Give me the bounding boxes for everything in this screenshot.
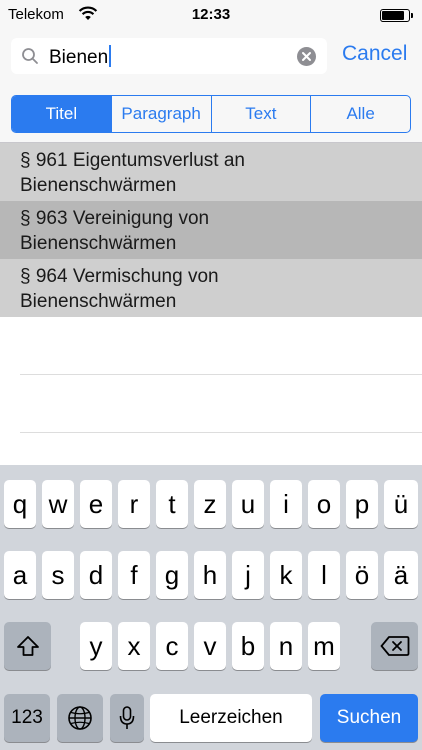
key-p[interactable]: p: [346, 480, 378, 528]
globe-key[interactable]: [57, 694, 103, 742]
result-title: § 963 Vereinigung von: [20, 208, 210, 229]
result-row[interactable]: § 964 Vermischung von Bienenschwärmen: [0, 259, 422, 317]
key-v[interactable]: v: [194, 622, 226, 670]
shift-key[interactable]: [4, 622, 51, 670]
tab-paragraph[interactable]: Paragraph: [110, 96, 211, 132]
key-q[interactable]: q: [4, 480, 36, 528]
key-s[interactable]: s: [42, 551, 74, 599]
result-row[interactable]: § 963 Vereinigung von Bienenschwärmen: [0, 201, 422, 259]
search-field[interactable]: Bienen: [11, 38, 327, 74]
shift-icon: [16, 636, 39, 656]
search-icon: [21, 47, 39, 65]
dictation-key[interactable]: [110, 694, 144, 742]
key-a[interactable]: a: [4, 551, 36, 599]
space-key[interactable]: Leerzeichen: [150, 694, 312, 742]
key-o[interactable]: o: [308, 480, 340, 528]
numbers-key[interactable]: 123: [4, 694, 50, 742]
battery-level: [382, 11, 405, 20]
key-h[interactable]: h: [194, 551, 226, 599]
scope-segmented-control: Titel Paragraph Text Alle: [11, 95, 411, 133]
key-u[interactable]: u: [232, 480, 264, 528]
key-ae[interactable]: ä: [384, 551, 418, 599]
key-y[interactable]: y: [80, 622, 112, 670]
key-j[interactable]: j: [232, 551, 264, 599]
key-w[interactable]: w: [42, 480, 74, 528]
status-bar: Telekom 12:33: [0, 0, 422, 30]
row-separator: [20, 374, 422, 375]
microphone-icon: [119, 706, 135, 729]
key-k[interactable]: k: [270, 551, 302, 599]
battery-icon: [380, 9, 410, 22]
result-subtitle: Bienenschwärmen: [20, 291, 177, 312]
key-e[interactable]: e: [80, 480, 112, 528]
battery-cap: [411, 13, 413, 18]
tab-titel[interactable]: Titel: [12, 96, 111, 132]
key-ue[interactable]: ü: [384, 480, 418, 528]
key-m[interactable]: m: [308, 622, 340, 670]
keyboard: q w e r t z u i o p ü a s d f g h j k l …: [0, 465, 422, 750]
key-z[interactable]: z: [194, 480, 226, 528]
key-x[interactable]: x: [118, 622, 150, 670]
clock: 12:33: [191, 6, 231, 23]
delete-key[interactable]: [371, 622, 418, 670]
key-d[interactable]: d: [80, 551, 112, 599]
search-input[interactable]: Bienen: [49, 45, 112, 69]
key-n[interactable]: n: [270, 622, 302, 670]
result-subtitle: Bienenschwärmen: [20, 233, 177, 254]
key-c[interactable]: c: [156, 622, 188, 670]
key-l[interactable]: l: [308, 551, 340, 599]
key-oe[interactable]: ö: [346, 551, 378, 599]
clear-icon[interactable]: [297, 47, 316, 66]
backspace-icon: [380, 636, 409, 656]
key-r[interactable]: r: [118, 480, 150, 528]
results-list: § 961 Eigentumsverlust an Bienenschwärme…: [0, 143, 422, 317]
globe-icon: [68, 706, 92, 730]
result-title: § 964 Vermischung von: [20, 266, 219, 287]
tab-text[interactable]: Text: [210, 96, 311, 132]
search-header: Bienen Cancel Titel Paragraph Text Alle: [0, 30, 422, 143]
result-title: § 961 Eigentumsverlust an: [20, 150, 245, 171]
key-t[interactable]: t: [156, 480, 188, 528]
text-caret: [109, 45, 112, 67]
key-g[interactable]: g: [156, 551, 188, 599]
result-row[interactable]: § 961 Eigentumsverlust an Bienenschwärme…: [0, 143, 422, 201]
row-separator: [20, 432, 422, 433]
search-key[interactable]: Suchen: [320, 694, 418, 742]
search-query: Bienen: [49, 47, 109, 68]
cancel-button[interactable]: Cancel: [342, 42, 407, 66]
result-subtitle: Bienenschwärmen: [20, 175, 177, 196]
key-f[interactable]: f: [118, 551, 150, 599]
tab-alle[interactable]: Alle: [310, 96, 410, 132]
key-b[interactable]: b: [232, 622, 264, 670]
key-i[interactable]: i: [270, 480, 302, 528]
